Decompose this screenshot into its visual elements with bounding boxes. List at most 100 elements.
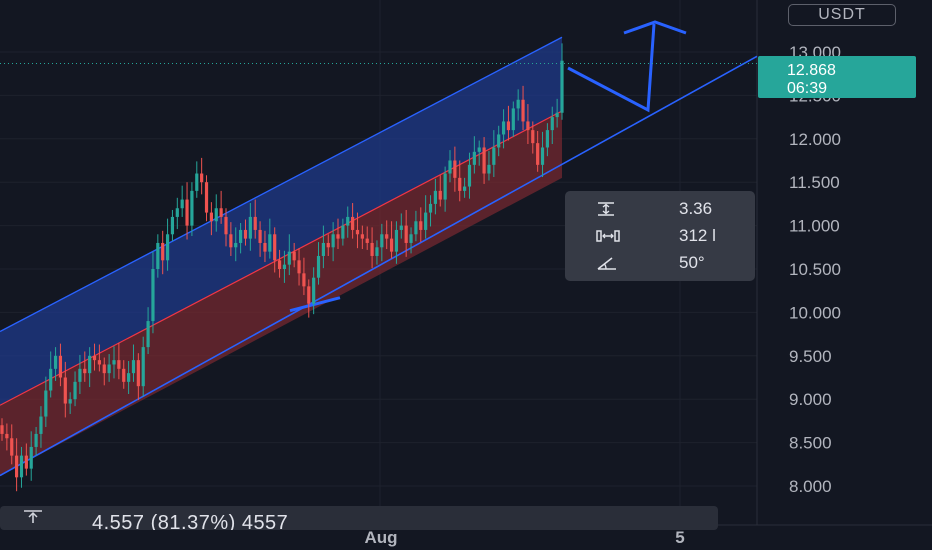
y-tick-label: 12.000 xyxy=(789,130,841,149)
candle-body xyxy=(360,234,364,239)
candle-body xyxy=(97,360,101,365)
candle-body xyxy=(312,277,316,304)
candle-body xyxy=(438,190,442,200)
x-axis[interactable]: Aug 5 xyxy=(364,528,684,547)
candle-body xyxy=(146,321,150,348)
candle-body xyxy=(78,368,82,382)
candle-body xyxy=(53,355,58,369)
candle-body xyxy=(467,164,472,187)
candle-body xyxy=(83,368,87,374)
candle-body xyxy=(10,438,14,456)
candle-body xyxy=(117,360,121,369)
y-axis[interactable]: 13.00012.50012.00011.50011.00010.50010.0… xyxy=(789,43,841,496)
candle-body xyxy=(39,416,43,434)
y-tick-label: 8.000 xyxy=(789,477,832,496)
candle-body xyxy=(175,208,179,217)
candle-body xyxy=(428,203,433,213)
currency-selector[interactable]: USDT xyxy=(788,4,896,26)
price-chart[interactable]: 13.00012.50012.00011.50011.00010.50010.0… xyxy=(0,0,932,550)
last-price-value: 12.868 xyxy=(787,62,836,79)
y-tick-label: 9.500 xyxy=(789,347,832,366)
candle-body xyxy=(297,260,301,274)
projection-arrow[interactable] xyxy=(567,20,687,113)
candle-body xyxy=(346,216,350,226)
price-range-row: 3.36 xyxy=(565,196,755,222)
candle-body xyxy=(107,364,111,374)
y-tick-label: 11.500 xyxy=(789,173,840,192)
candle-body xyxy=(419,221,423,230)
candle-body xyxy=(204,182,209,213)
candle-body xyxy=(92,355,97,361)
candle-body xyxy=(112,360,116,365)
candle-body xyxy=(511,108,515,131)
measure-summary-text: 4.557 (81.37%) 4557 xyxy=(92,512,289,530)
candle-body xyxy=(492,147,496,165)
candle-body xyxy=(414,221,418,235)
candle-body xyxy=(214,208,218,222)
candle-body xyxy=(506,121,511,131)
candle-body xyxy=(122,368,126,382)
candle-body xyxy=(200,173,204,183)
candle-body xyxy=(209,212,213,222)
candle-body xyxy=(185,199,189,226)
candle-body xyxy=(195,173,199,191)
candle-body xyxy=(477,147,481,152)
candle-body xyxy=(15,455,19,478)
bars-range-icon xyxy=(595,228,625,244)
vertical-range-icon xyxy=(20,509,46,523)
vertical-range-icon xyxy=(595,201,625,217)
candle-body xyxy=(550,117,554,131)
candle-body xyxy=(131,360,136,374)
chart-area[interactable]: 13.00012.50012.00011.50011.00010.50010.0… xyxy=(0,0,932,550)
candle-body xyxy=(536,143,540,165)
last-price-countdown: 06:39 xyxy=(787,80,827,97)
candle-body xyxy=(49,368,53,391)
candle-body xyxy=(453,160,457,178)
projection-path[interactable] xyxy=(567,23,656,113)
bars-range-value: 312 l xyxy=(679,226,716,245)
angle-row: 50° xyxy=(565,250,755,276)
candle-body xyxy=(0,425,4,434)
candle-body xyxy=(331,234,335,248)
y-tick-label: 10.000 xyxy=(789,303,841,322)
candle-body xyxy=(531,130,535,144)
candle-body xyxy=(165,234,170,261)
candle-body xyxy=(151,269,155,322)
candle-body xyxy=(302,273,306,287)
candle-body xyxy=(497,134,501,148)
candle-body xyxy=(248,216,252,239)
candle-body xyxy=(180,199,184,209)
candle-body xyxy=(375,247,379,256)
candle-body xyxy=(73,381,77,400)
candle-body xyxy=(24,455,28,469)
candle-body xyxy=(380,234,384,248)
candle-body xyxy=(68,399,72,404)
candle-body xyxy=(365,238,369,243)
y-tick-label: 11.000 xyxy=(789,217,840,236)
candle-body xyxy=(448,160,452,174)
candle-body xyxy=(102,364,106,374)
candle-body xyxy=(355,229,360,235)
y-tick-label: 9.000 xyxy=(789,390,832,409)
candle-body xyxy=(433,190,437,204)
candle-body xyxy=(307,286,311,304)
candle-body xyxy=(268,234,272,252)
candle-body xyxy=(409,234,413,243)
candle-body xyxy=(540,147,545,165)
measure-info-panel: 3.36 312 l 50° xyxy=(565,191,755,281)
candle-body xyxy=(394,229,399,252)
candle-body xyxy=(443,173,447,200)
candle-body xyxy=(63,377,67,404)
angle-value: 50° xyxy=(679,253,705,272)
candle-body xyxy=(282,264,287,269)
candle-body xyxy=(170,216,175,235)
candle-body xyxy=(229,234,233,248)
candle-body xyxy=(58,355,63,378)
candle-body xyxy=(516,99,520,109)
candle-body xyxy=(472,151,476,165)
candle-body xyxy=(161,242,165,261)
candle-body xyxy=(224,216,228,235)
bars-range-row: 312 l xyxy=(565,223,755,249)
candle-body xyxy=(29,446,33,469)
candle-body xyxy=(34,433,38,447)
